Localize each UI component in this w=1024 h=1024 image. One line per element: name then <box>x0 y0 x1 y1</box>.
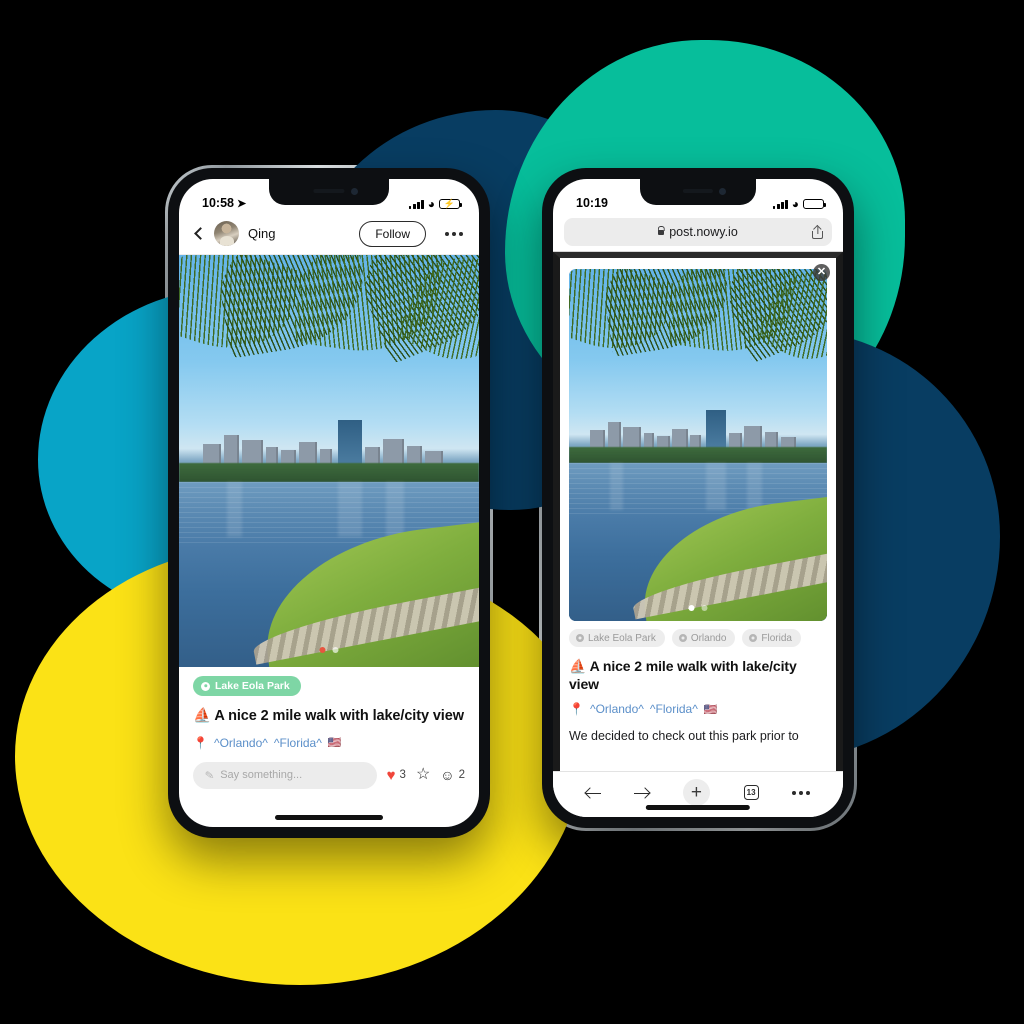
web-photo-wrap: ✕ <box>560 258 836 621</box>
arrow-left-icon[interactable] <box>585 785 601 800</box>
comment-placeholder: Say something... <box>220 769 303 782</box>
safari-url-bar: post.nowy.io <box>553 213 843 251</box>
safari-toolbar: + 13 <box>553 771 843 817</box>
location-badge[interactable]: Lake Eola Park <box>193 676 301 696</box>
web-tags: Lake Eola Park Orlando Florida <box>560 621 836 647</box>
app-header: Qing Follow <box>179 213 479 255</box>
avatar[interactable] <box>214 221 239 246</box>
notch <box>640 179 756 205</box>
map-pin-icon <box>749 634 758 642</box>
chevron-left-icon[interactable] <box>194 227 207 240</box>
web-page: ✕ Lake Eola Park Orlando Florida ⛵ A nic… <box>560 258 836 771</box>
username[interactable]: Qing <box>248 226 350 241</box>
post-body: Lake Eola Park ⛵ A nice 2 mile walk with… <box>179 667 479 750</box>
pin-emoji-icon: 📍 <box>569 702 584 717</box>
lock-icon <box>658 230 665 235</box>
pin-emoji-icon: 📍 <box>193 735 208 750</box>
like-count: 3 <box>399 769 406 782</box>
follow-button[interactable]: Follow <box>359 220 426 247</box>
wifi-icon: ◕ <box>791 197 799 211</box>
screen-right: 10:19 ◕ post.nowy.io ✕ Lake Eola Park Or… <box>553 179 843 817</box>
flag-icon: 🇺🇸 <box>327 737 342 750</box>
home-indicator <box>275 815 383 820</box>
comment-count: 2 <box>458 769 465 782</box>
phone-left-app: 10:58 ➤ ◕ ⚡ Qing Follow Lake Eola Park ⛵… <box>165 165 493 841</box>
notch <box>269 179 389 205</box>
tag-florida[interactable]: ^Florida^ <box>650 702 698 716</box>
web-tag-label: Lake Eola Park <box>588 632 656 644</box>
status-time: 10:19 <box>576 196 608 210</box>
post-photo[interactable] <box>179 255 479 667</box>
like-button[interactable]: ♥ 3 <box>387 768 406 783</box>
star-icon: ☆ <box>415 766 431 784</box>
comment-button[interactable]: ☺ 2 <box>440 768 465 782</box>
url-field[interactable]: post.nowy.io <box>564 218 832 246</box>
post-tags: 📍 ^Orlando^ ^Florida^ 🇺🇸 <box>193 736 465 750</box>
cellular-bars-icon <box>772 199 788 209</box>
more-horizontal-icon[interactable] <box>435 226 465 242</box>
phone-right-safari: 10:19 ◕ post.nowy.io ✕ Lake Eola Park Or… <box>539 165 857 831</box>
more-horizontal-icon[interactable] <box>792 790 811 795</box>
web-tag-lake-eola-park[interactable]: Lake Eola Park <box>569 629 665 647</box>
map-pin-icon <box>201 681 210 691</box>
tag-orlando[interactable]: ^Orlando^ <box>214 736 268 750</box>
web-tag-orlando[interactable]: Orlando <box>671 629 736 647</box>
web-tag-label: Florida <box>761 632 792 644</box>
carousel-dot-active[interactable] <box>688 605 695 611</box>
tag-florida[interactable]: ^Florida^ <box>274 736 322 750</box>
web-tag-florida[interactable]: Florida <box>742 629 801 647</box>
location-arrow-icon: ➤ <box>236 197 247 210</box>
heart-icon: ♥ <box>386 766 396 784</box>
carousel-dot[interactable] <box>332 647 339 653</box>
tabs-icon[interactable]: 13 <box>743 785 759 800</box>
url-text: post.nowy.io <box>669 225 738 239</box>
comment-input[interactable]: ✎ Say something... <box>193 761 377 789</box>
carousel-dot-active[interactable] <box>319 647 326 653</box>
cellular-bars-icon <box>408 199 424 209</box>
carousel-dots[interactable] <box>319 647 339 653</box>
close-circle-icon[interactable]: ✕ <box>813 264 830 281</box>
post-actions: ✎ Say something... ♥ 3 ☆ ☺ 2 <box>179 750 479 789</box>
share-icon[interactable] <box>812 225 823 239</box>
location-badge-label: Lake Eola Park <box>215 680 290 692</box>
map-pin-icon <box>678 634 687 642</box>
background-blobs <box>0 0 1024 1024</box>
screen-left: 10:58 ➤ ◕ ⚡ Qing Follow Lake Eola Park ⛵… <box>179 179 479 827</box>
home-indicator <box>645 805 751 810</box>
post-title: ⛵ A nice 2 mile walk with lake/city view <box>193 708 464 724</box>
comment-bubble-icon: ☺ <box>440 767 455 784</box>
safari-web-view[interactable]: ✕ Lake Eola Park Orlando Florida ⛵ A nic… <box>553 251 843 771</box>
battery-icon <box>803 198 827 210</box>
web-post-title: ⛵ A nice 2 mile walk with lake/city view <box>569 658 797 693</box>
carousel-dots[interactable] <box>688 605 708 611</box>
wifi-icon: ◕ <box>427 197 435 211</box>
bookmark-button[interactable]: ☆ <box>416 767 430 783</box>
web-post-tags: 📍 ^Orlando^ ^Florida^ 🇺🇸 <box>560 693 836 716</box>
plus-icon[interactable]: + <box>682 779 710 806</box>
pencil-icon: ✎ <box>204 768 216 783</box>
tag-orlando[interactable]: ^Orlando^ <box>590 702 644 716</box>
flag-icon: 🇺🇸 <box>703 703 718 716</box>
web-post-photo[interactable] <box>569 269 827 621</box>
status-time: 10:58 <box>202 196 234 210</box>
arrow-right-icon[interactable] <box>634 785 650 800</box>
web-post-paragraph: We decided to check out this park prior … <box>569 729 799 744</box>
web-tag-label: Orlando <box>690 632 727 644</box>
carousel-dot[interactable] <box>701 605 708 611</box>
skyline <box>179 419 479 470</box>
map-pin-icon <box>576 634 584 642</box>
battery-charging-icon: ⚡ <box>439 198 463 210</box>
